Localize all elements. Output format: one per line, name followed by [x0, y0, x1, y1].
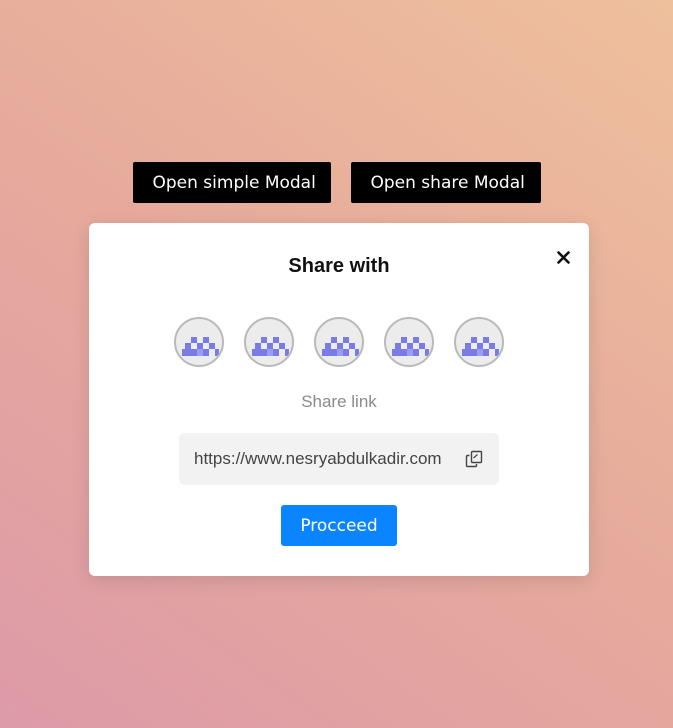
modal-launcher-bar: Open simple Modal Open share Modal	[0, 162, 673, 203]
placeholder-avatar-icon	[252, 337, 289, 356]
share-target-avatar[interactable]	[314, 317, 364, 367]
placeholder-avatar-icon	[392, 337, 429, 356]
share-targets	[89, 317, 589, 367]
placeholder-avatar-icon	[322, 337, 359, 356]
copy-icon	[465, 450, 483, 468]
share-target-avatar[interactable]	[174, 317, 224, 367]
proceed-button[interactable]: Procceed	[281, 505, 397, 546]
share-link-field[interactable]: https://www.nesryabdulkadir.com	[179, 433, 499, 485]
modal-title: Share with	[288, 255, 390, 277]
share-modal: Share with Share link https://www.nesrya…	[89, 223, 589, 576]
placeholder-avatar-icon	[462, 337, 499, 356]
close-button[interactable]	[551, 245, 575, 269]
share-target-avatar[interactable]	[244, 317, 294, 367]
close-icon	[556, 250, 570, 264]
share-link-url[interactable]: https://www.nesryabdulkadir.com	[194, 449, 457, 469]
share-target-avatar[interactable]	[454, 317, 504, 367]
copy-link-button[interactable]	[463, 448, 485, 470]
share-link-label: Share link	[301, 392, 377, 411]
placeholder-avatar-icon	[182, 337, 219, 356]
open-share-modal-button[interactable]: Open share Modal	[350, 162, 541, 203]
open-simple-modal-button[interactable]: Open simple Modal	[132, 162, 331, 203]
share-target-avatar[interactable]	[384, 317, 434, 367]
